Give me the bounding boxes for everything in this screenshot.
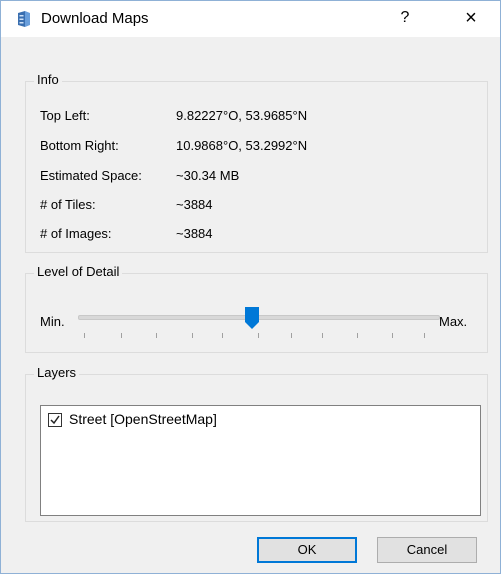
tiles-label: # of Tiles: bbox=[40, 197, 96, 212]
slider-tick bbox=[84, 333, 85, 338]
tiles-value: ~3884 bbox=[176, 197, 213, 212]
layers-list[interactable]: Street [OpenStreetMap] bbox=[40, 405, 481, 516]
info-group: Info Top Left: 9.82227°O, 53.9685°N Bott… bbox=[25, 72, 488, 253]
estimated-space-value: ~30.34 MB bbox=[176, 168, 240, 183]
layers-group-label: Layers bbox=[34, 365, 80, 380]
slider-max-label: Max. bbox=[439, 314, 468, 329]
slider-tick bbox=[258, 333, 259, 338]
help-button[interactable]: ? bbox=[388, 3, 422, 33]
info-group-label: Info bbox=[34, 72, 62, 87]
layer-item-label[interactable]: Street [OpenStreetMap] bbox=[69, 411, 217, 427]
detail-slider-thumb[interactable] bbox=[245, 307, 259, 329]
slider-tick bbox=[121, 333, 122, 338]
detail-slider-track[interactable] bbox=[78, 315, 440, 320]
slider-tick bbox=[392, 333, 393, 338]
slider-tick bbox=[291, 333, 292, 338]
slider-tick bbox=[156, 333, 157, 338]
level-of-detail-group: Level of Detail Min. Max. bbox=[25, 264, 488, 353]
slider-min-label: Min. bbox=[40, 314, 65, 329]
slider-tick bbox=[322, 333, 323, 338]
images-value: ~3884 bbox=[176, 226, 213, 241]
bottom-right-label: Bottom Right: bbox=[40, 138, 119, 153]
images-label: # of Images: bbox=[40, 226, 112, 241]
cancel-button[interactable]: Cancel bbox=[377, 537, 477, 563]
estimated-space-label: Estimated Space: bbox=[40, 168, 142, 183]
slider-tick bbox=[357, 333, 358, 338]
level-of-detail-label: Level of Detail bbox=[34, 264, 123, 279]
slider-tick bbox=[424, 333, 425, 338]
slider-tick bbox=[192, 333, 193, 338]
close-button[interactable]: × bbox=[451, 3, 491, 33]
ok-button[interactable]: OK bbox=[257, 537, 357, 563]
title-bar[interactable]: Download Maps ? × bbox=[1, 1, 500, 37]
layers-group: Layers Street [OpenStreetMap] bbox=[25, 365, 488, 522]
bottom-right-value: 10.9868°O, 53.2992°N bbox=[176, 138, 308, 153]
top-left-value: 9.82227°O, 53.9685°N bbox=[176, 108, 308, 123]
layer-checkbox[interactable] bbox=[48, 413, 62, 427]
window-title: Download Maps bbox=[41, 10, 149, 27]
top-left-label: Top Left: bbox=[40, 108, 90, 123]
slider-tick bbox=[222, 333, 223, 338]
checkmark-icon bbox=[50, 415, 60, 425]
app-icon bbox=[18, 11, 30, 27]
download-maps-dialog: Download Maps ? × Info Top Left: 9.82227… bbox=[0, 0, 501, 574]
